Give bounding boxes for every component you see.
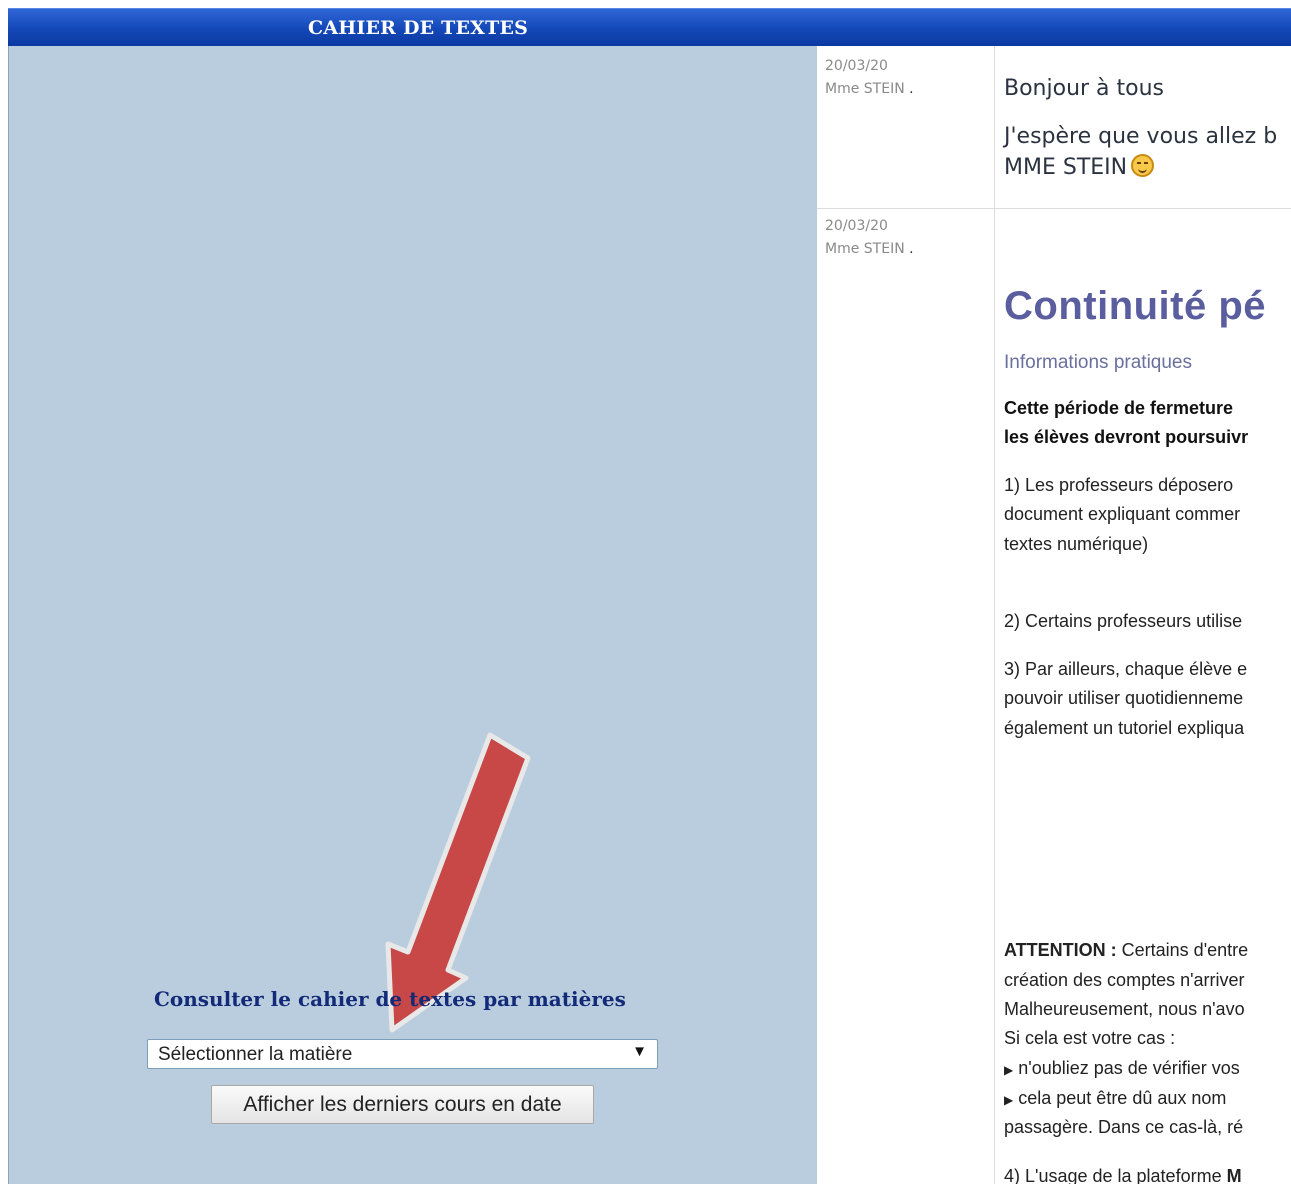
entry-meta: 20/03/20 Mme STEIN .	[825, 55, 914, 101]
subject-select[interactable]: Sélectionner la matière ▼	[147, 1039, 658, 1069]
entry-bold-line: les élèves devront poursuivr	[1004, 427, 1249, 447]
entry-paragraph-line: textes numérique)	[1004, 534, 1149, 554]
entry-paragraph-line: pouvoir utiliser quotidienneme	[1004, 688, 1244, 708]
list-item: ▶ cela peut être dû aux nom	[1004, 1088, 1227, 1108]
entry-paragraph-line: 2) Certains professeurs utilise	[1004, 611, 1243, 631]
entry-author[interactable]: Mme STEIN	[825, 81, 905, 97]
entry-date: 20/03/20	[825, 58, 888, 74]
entry-paragraph-line: document expliquant commer	[1004, 504, 1241, 524]
meta-column-divider	[994, 46, 995, 1184]
dropdown-arrow-icon: ▼	[632, 1043, 647, 1060]
entry-meta: 20/03/20 Mme STEIN .	[825, 215, 914, 261]
smiley-icon	[1131, 154, 1155, 177]
entry-paragraph-line: également un tutoriel expliqua	[1004, 718, 1245, 738]
entry-paragraph-line: 3) Par ailleurs, chaque élève e	[1004, 659, 1248, 679]
entry-greeting: Bonjour à tous	[1004, 76, 1165, 101]
entry-paragraph-line: 1) Les professeurs déposero	[1004, 475, 1234, 495]
attention-label: ATTENTION :	[1004, 940, 1117, 960]
entry-subtitle: Informations pratiques	[1004, 352, 1192, 373]
entry-date: 20/03/20	[825, 218, 888, 234]
entry-text-line: J'espère que vous allez b	[1004, 124, 1278, 149]
list-item: ▶ n'oubliez pas de vérifier vos	[1004, 1058, 1240, 1078]
bullet-triangle-icon: ▶	[1004, 1063, 1014, 1077]
entry-paragraph-line: 4) L'usage de la plateforme M	[1004, 1166, 1242, 1184]
subject-select-value: Sélectionner la matière	[158, 1044, 353, 1065]
entry-title: Continuité pé	[1004, 284, 1267, 328]
entry-signature: MME STEIN	[1004, 154, 1155, 180]
entry-paragraph-line: passagère. Dans ce cas-là, ré	[1004, 1117, 1244, 1137]
entry-bold-line: Cette période de fermeture	[1004, 398, 1234, 418]
entry-paragraph-line: création des comptes n'arriver	[1004, 970, 1245, 990]
bullet-triangle-icon: ▶	[1004, 1093, 1014, 1107]
page-title: CAHIER DE TEXTES	[308, 17, 529, 39]
entry-paragraph-line: Si cela est votre cas :	[1004, 1028, 1176, 1048]
entry-attention-line: ATTENTION : Certains d'entre	[1004, 940, 1249, 960]
show-latest-courses-button[interactable]: Afficher les derniers cours en date	[211, 1085, 594, 1124]
consult-by-subject-title: Consulter le cahier de textes par matièr…	[154, 987, 626, 1011]
entry-separator	[817, 208, 1291, 209]
entry-author[interactable]: Mme STEIN	[825, 241, 905, 257]
header-bar	[8, 8, 1291, 46]
entry-paragraph-line: Malheureusement, nous n'avo	[1004, 999, 1245, 1019]
entries-list: 20/03/20 Mme STEIN . Bonjour à tous J'es…	[817, 46, 1291, 1184]
